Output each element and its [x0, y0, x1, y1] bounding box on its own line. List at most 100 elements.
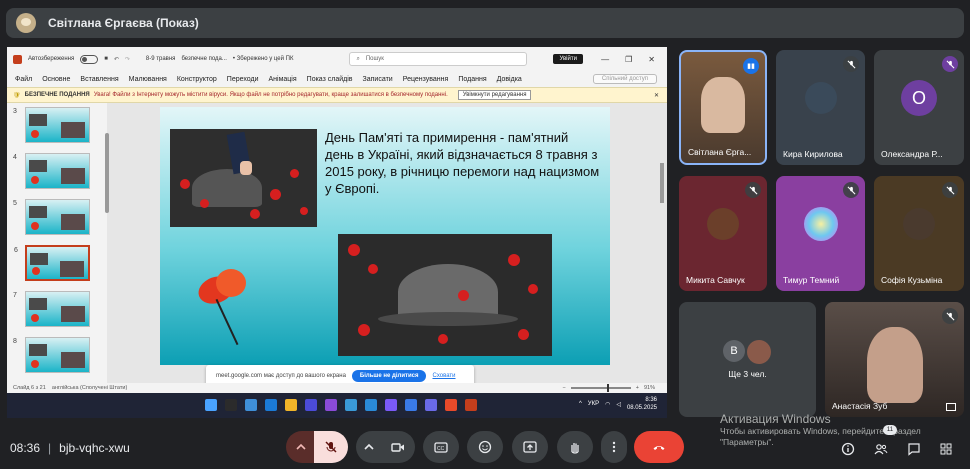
participant-tile[interactable]: Тимур Темний: [776, 176, 865, 291]
mic-off-icon: [942, 182, 958, 198]
chat-icon: [908, 443, 920, 456]
slide-thumbnails: 3 4 5 6 7 8: [7, 103, 107, 391]
slide-thumbnail[interactable]: 4: [13, 153, 90, 189]
redo-icon[interactable]: ↷: [125, 56, 130, 63]
start-icon[interactable]: [205, 399, 217, 411]
ribbon-tab[interactable]: Конструктор: [177, 76, 217, 83]
slide-thumbnail[interactable]: 3: [13, 107, 90, 143]
powerpoint-title-bar: Автозбереження ■ ↶ ↷ 8-9 травня безпечне…: [7, 47, 667, 71]
mic-off-icon: [942, 308, 958, 324]
participant-tile[interactable]: В Ще 3 чел.: [679, 302, 816, 417]
app-icon[interactable]: [425, 399, 437, 411]
camera-toggle[interactable]: [381, 431, 415, 463]
app-icon[interactable]: [385, 399, 397, 411]
slide-scrollbar[interactable]: [660, 163, 664, 203]
participant-tile[interactable]: Микита Савчук: [679, 176, 767, 291]
enable-editing-button[interactable]: Увімкнути редагування: [457, 90, 532, 100]
ribbon-tab[interactable]: Переходи: [227, 76, 259, 83]
viber-icon[interactable]: [365, 399, 377, 411]
maximize-icon[interactable]: ❐: [625, 55, 632, 64]
raise-hand-button[interactable]: [557, 431, 593, 463]
participant-tile[interactable]: Анастасія Зуб: [825, 302, 964, 417]
task-view-icon[interactable]: [245, 399, 257, 411]
slide-thumbnail[interactable]: 7: [13, 291, 90, 327]
search-input[interactable]: ⌕ Пошук: [349, 52, 528, 66]
pin-icon[interactable]: [946, 403, 956, 411]
activation-title: Активация Windows: [720, 412, 831, 426]
chat-button[interactable]: [906, 441, 922, 457]
signin-button[interactable]: Увійти: [553, 54, 583, 64]
more-vert-icon: [612, 441, 616, 453]
participant-tile[interactable]: Кира Кирилова: [776, 50, 865, 165]
ribbon-tab[interactable]: Анімація: [269, 76, 297, 83]
participant-name: Анастасія Зуб: [832, 401, 888, 411]
taskbar-clock[interactable]: 8:36 08.05.2025: [627, 396, 657, 412]
audio-options-button[interactable]: [286, 431, 316, 463]
participant-tile[interactable]: ▮▮ Світлана Єрга...: [679, 50, 767, 165]
wifi-icon[interactable]: ◠: [605, 401, 610, 408]
share-notification-text: meet.google.com має доступ до вашого екр…: [216, 373, 346, 379]
participant-tile[interactable]: Софія Кузьміна: [874, 176, 964, 291]
tray-chevron-icon[interactable]: ^: [579, 401, 582, 407]
meet-window: Світлана Єргаєва (Показ) Автозбереження …: [0, 0, 970, 469]
slide-thumbnail[interactable]: 8: [13, 337, 90, 373]
participant-name: Ще 3 чел.: [728, 369, 767, 379]
ribbon-tab[interactable]: Файл: [15, 76, 32, 83]
slide-thumbnail[interactable]: 6: [14, 245, 90, 281]
captions-button[interactable]: CC: [423, 431, 459, 463]
infobar-close-icon[interactable]: ✕: [654, 92, 659, 99]
participant-avatar: [903, 208, 935, 241]
thumbnail-photo: [61, 214, 85, 230]
ribbon-tab[interactable]: Довідка: [497, 76, 522, 83]
leave-call-button[interactable]: [634, 431, 684, 463]
zoom-control: − + 91%: [563, 384, 655, 392]
meeting-details-button[interactable]: [840, 441, 856, 457]
ribbon-tabs: Файл Основне Вставлення Малювання Конструкто…: [7, 71, 667, 87]
slide-thumbnail[interactable]: 5: [13, 199, 90, 235]
more-options-button[interactable]: [601, 431, 627, 463]
people-button[interactable]: [873, 441, 889, 457]
edge-icon[interactable]: [265, 399, 277, 411]
autosave-toggle[interactable]: [80, 54, 99, 64]
app-icon[interactable]: [325, 399, 337, 411]
stop-sharing-button[interactable]: Більше не ділитися: [351, 370, 427, 382]
store-icon[interactable]: [305, 399, 317, 411]
app-icon[interactable]: [405, 399, 417, 411]
ribbon-tab[interactable]: Подання: [458, 76, 486, 83]
minimize-icon[interactable]: —: [601, 55, 609, 64]
chevron-up-icon: [296, 443, 306, 450]
close-icon[interactable]: ✕: [648, 55, 655, 64]
reactions-button[interactable]: [467, 431, 503, 463]
people-count-badge: 11: [883, 425, 897, 435]
ribbon-tab[interactable]: Вставлення: [80, 76, 118, 83]
participant-name: Кира Кирилова: [783, 149, 843, 159]
telegram-icon[interactable]: [345, 399, 357, 411]
powerpoint-status-bar: Слайд 6 з 21 англійська (Сполучені Штати…: [7, 383, 667, 393]
thumbnails-scrollbar[interactable]: [105, 133, 109, 213]
hide-notification-link[interactable]: Сховати: [432, 373, 455, 379]
file-explorer-icon[interactable]: [285, 399, 297, 411]
chrome-icon[interactable]: [445, 399, 457, 411]
activities-button[interactable]: [938, 441, 954, 457]
zoom-in-icon[interactable]: +: [636, 385, 639, 391]
share-button[interactable]: Спільний доступ: [592, 74, 657, 84]
ribbon-tab[interactable]: Основне: [42, 76, 70, 83]
input-language[interactable]: УКР: [588, 401, 599, 407]
save-icon[interactable]: ■: [104, 56, 108, 62]
video-options-button[interactable]: [356, 431, 382, 463]
undo-icon[interactable]: ↶: [114, 56, 119, 63]
powerpoint-icon[interactable]: [465, 399, 477, 411]
ribbon-tab[interactable]: Записати: [363, 76, 393, 83]
thumbnail-photo: [61, 306, 85, 322]
ribbon-tab[interactable]: Малювання: [129, 76, 167, 83]
ribbon-tab[interactable]: Рецензування: [403, 76, 449, 83]
search-icon[interactable]: [225, 399, 237, 411]
microphone-toggle[interactable]: [314, 431, 348, 463]
ribbon-tab[interactable]: Показ слайдів: [307, 76, 353, 83]
participant-tile[interactable]: О Олександра Р...: [874, 50, 964, 165]
zoom-slider[interactable]: [570, 384, 631, 392]
present-button[interactable]: [512, 431, 548, 463]
volume-icon[interactable]: ◁: [616, 401, 621, 408]
participant-avatar: [804, 82, 837, 115]
zoom-out-icon[interactable]: −: [563, 385, 566, 391]
